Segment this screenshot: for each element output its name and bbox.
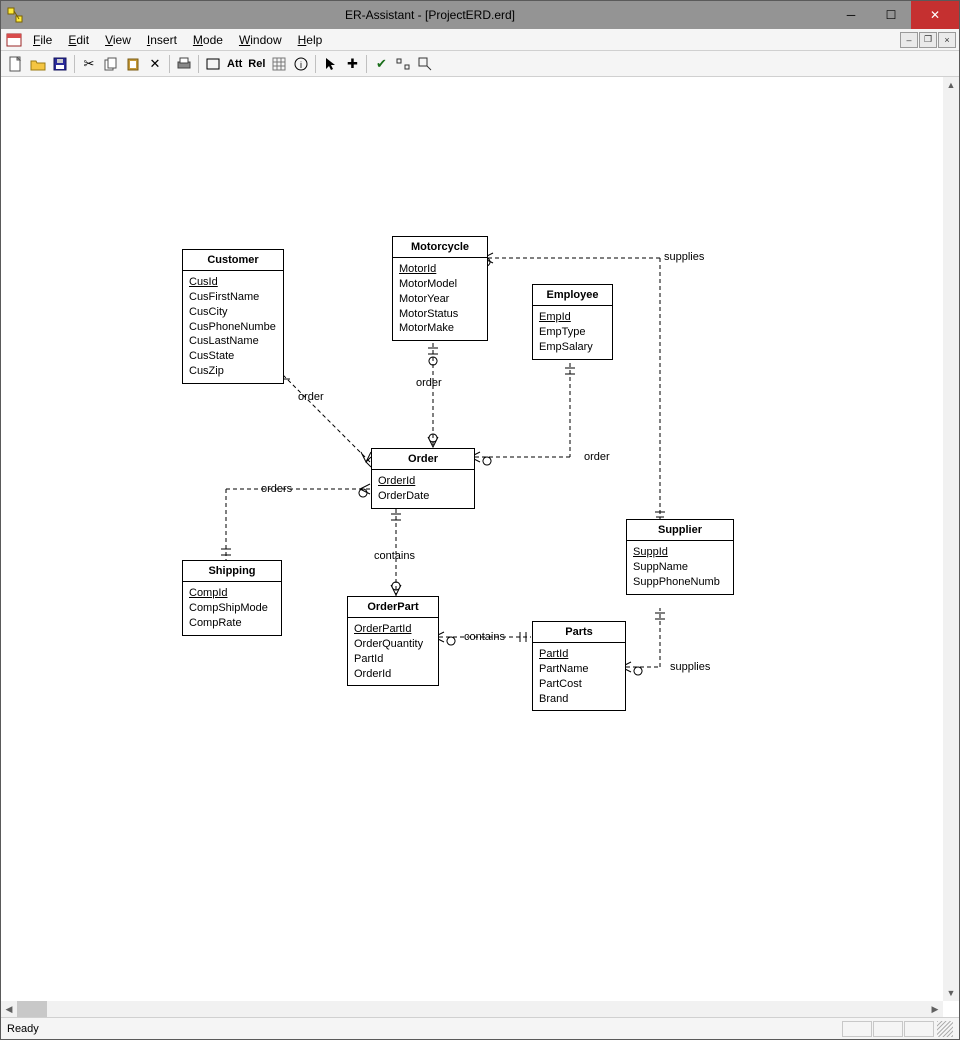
scrollbar-thumb[interactable] bbox=[17, 1001, 47, 1017]
minimize-button[interactable]: ─ bbox=[831, 1, 871, 29]
entity-title: OrderPart bbox=[348, 597, 438, 618]
mdi-close-button[interactable]: × bbox=[938, 32, 956, 48]
statusbar: Ready bbox=[1, 1017, 959, 1039]
relationship-label: contains bbox=[464, 631, 505, 643]
menubar: File Edit View Insert Mode Window Help –… bbox=[1, 29, 959, 51]
entity-attributes: PartId PartName PartCost Brand bbox=[533, 643, 625, 710]
status-cell bbox=[904, 1021, 934, 1037]
print-icon[interactable] bbox=[173, 53, 195, 75]
erd-canvas[interactable]: Customer CusId CusFirstName CusCity CusP… bbox=[1, 77, 941, 1017]
horizontal-scrollbar[interactable]: ◀ ▶ bbox=[1, 1001, 943, 1017]
pointer-tool-icon[interactable] bbox=[319, 53, 341, 75]
relationship-label: supplies bbox=[670, 661, 710, 673]
titlebar: ER-Assistant - [ProjectERD.erd] ─ ☐ ✕ bbox=[1, 1, 959, 29]
grid-tool-icon[interactable] bbox=[268, 53, 290, 75]
scroll-left-arrow-icon[interactable]: ◀ bbox=[1, 1001, 17, 1017]
toolbar-separator bbox=[169, 55, 170, 73]
toolbar-separator bbox=[198, 55, 199, 73]
check-tool-icon[interactable]: ✔ bbox=[370, 53, 392, 75]
entity-title: Employee bbox=[533, 285, 612, 306]
menu-insert[interactable]: Insert bbox=[139, 31, 185, 49]
relationship-connectors bbox=[1, 77, 941, 1017]
menu-view[interactable]: View bbox=[97, 31, 139, 49]
entity-title: Motorcycle bbox=[393, 237, 487, 258]
entity-orderpart[interactable]: OrderPart OrderPartId OrderQuantity Part… bbox=[347, 596, 439, 686]
close-button[interactable]: ✕ bbox=[911, 1, 959, 29]
align-tool-icon[interactable] bbox=[392, 53, 414, 75]
menu-file[interactable]: File bbox=[25, 31, 60, 49]
toolbar-separator bbox=[315, 55, 316, 73]
entity-motorcycle[interactable]: Motorcycle MotorId MotorModel MotorYear … bbox=[392, 236, 488, 341]
app-icon bbox=[7, 7, 23, 23]
entity-employee[interactable]: Employee EmpId EmpType EmpSalary bbox=[532, 284, 613, 360]
info-tool-icon[interactable]: i bbox=[290, 53, 312, 75]
open-file-icon[interactable] bbox=[27, 53, 49, 75]
relationship-label: order bbox=[298, 391, 324, 403]
entity-title: Supplier bbox=[627, 520, 733, 541]
status-cell bbox=[873, 1021, 903, 1037]
delete-icon[interactable]: ✕ bbox=[144, 53, 166, 75]
menu-edit[interactable]: Edit bbox=[60, 31, 97, 49]
relationship-label: order bbox=[416, 377, 442, 389]
relationship-label: order bbox=[584, 451, 610, 463]
entity-customer[interactable]: Customer CusId CusFirstName CusCity CusP… bbox=[182, 249, 284, 384]
relationship-label: orders bbox=[261, 483, 292, 495]
relationship-label: contains bbox=[374, 550, 415, 562]
scroll-down-arrow-icon[interactable]: ▼ bbox=[943, 985, 959, 1001]
toolbar-separator bbox=[74, 55, 75, 73]
attribute-tool-button[interactable]: Att bbox=[224, 53, 245, 75]
canvas-viewport: Customer CusId CusFirstName CusCity CusP… bbox=[1, 77, 959, 1017]
vertical-scrollbar[interactable]: ▲ ▼ bbox=[943, 77, 959, 1001]
save-file-icon[interactable] bbox=[49, 53, 71, 75]
window-title: ER-Assistant - [ProjectERD.erd] bbox=[29, 8, 831, 22]
entity-attributes: OrderId OrderDate bbox=[372, 470, 474, 508]
scroll-right-arrow-icon[interactable]: ▶ bbox=[927, 1001, 943, 1017]
entity-attributes: MotorId MotorModel MotorYear MotorStatus… bbox=[393, 258, 487, 340]
entity-title: Shipping bbox=[183, 561, 281, 582]
move-tool-icon[interactable]: ✚ bbox=[341, 53, 363, 75]
entity-title: Parts bbox=[533, 622, 625, 643]
entity-attributes: CusId CusFirstName CusCity CusPhoneNumbe… bbox=[183, 271, 283, 383]
toolbar-separator bbox=[366, 55, 367, 73]
mdi-restore-button[interactable]: ❐ bbox=[919, 32, 937, 48]
entity-attributes: SuppId SuppName SuppPhoneNumb bbox=[627, 541, 733, 594]
entity-title: Customer bbox=[183, 250, 283, 271]
relationship-label: supplies bbox=[664, 251, 704, 263]
paste-icon[interactable] bbox=[122, 53, 144, 75]
relationship-tool-button[interactable]: Rel bbox=[245, 53, 268, 75]
menu-mode[interactable]: Mode bbox=[185, 31, 231, 49]
status-cell bbox=[842, 1021, 872, 1037]
toolbar: ✂ ✕ Att Rel i ✚ ✔ bbox=[1, 51, 959, 77]
mdi-minimize-button[interactable]: – bbox=[900, 32, 918, 48]
entity-tool-icon[interactable] bbox=[202, 53, 224, 75]
entity-order[interactable]: Order OrderId OrderDate bbox=[371, 448, 475, 509]
entity-attributes: CompId CompShipMode CompRate bbox=[183, 582, 281, 635]
resize-grip-icon[interactable] bbox=[937, 1021, 953, 1037]
entity-supplier[interactable]: Supplier SuppId SuppName SuppPhoneNumb bbox=[626, 519, 734, 595]
new-file-icon[interactable] bbox=[5, 53, 27, 75]
entity-parts[interactable]: Parts PartId PartName PartCost Brand bbox=[532, 621, 626, 711]
menu-window[interactable]: Window bbox=[231, 31, 290, 49]
menu-help[interactable]: Help bbox=[290, 31, 331, 49]
scroll-up-arrow-icon[interactable]: ▲ bbox=[943, 77, 959, 93]
entity-attributes: OrderPartId OrderQuantity PartId OrderId bbox=[348, 618, 438, 685]
document-icon bbox=[5, 32, 23, 48]
maximize-button[interactable]: ☐ bbox=[871, 1, 911, 29]
cut-icon[interactable]: ✂ bbox=[78, 53, 100, 75]
entity-attributes: EmpId EmpType EmpSalary bbox=[533, 306, 612, 359]
entity-shipping[interactable]: Shipping CompId CompShipMode CompRate bbox=[182, 560, 282, 636]
copy-icon[interactable] bbox=[100, 53, 122, 75]
status-text: Ready bbox=[7, 1023, 39, 1035]
zoom-tool-icon[interactable] bbox=[414, 53, 436, 75]
svg-text:i: i bbox=[300, 60, 302, 70]
entity-title: Order bbox=[372, 449, 474, 470]
